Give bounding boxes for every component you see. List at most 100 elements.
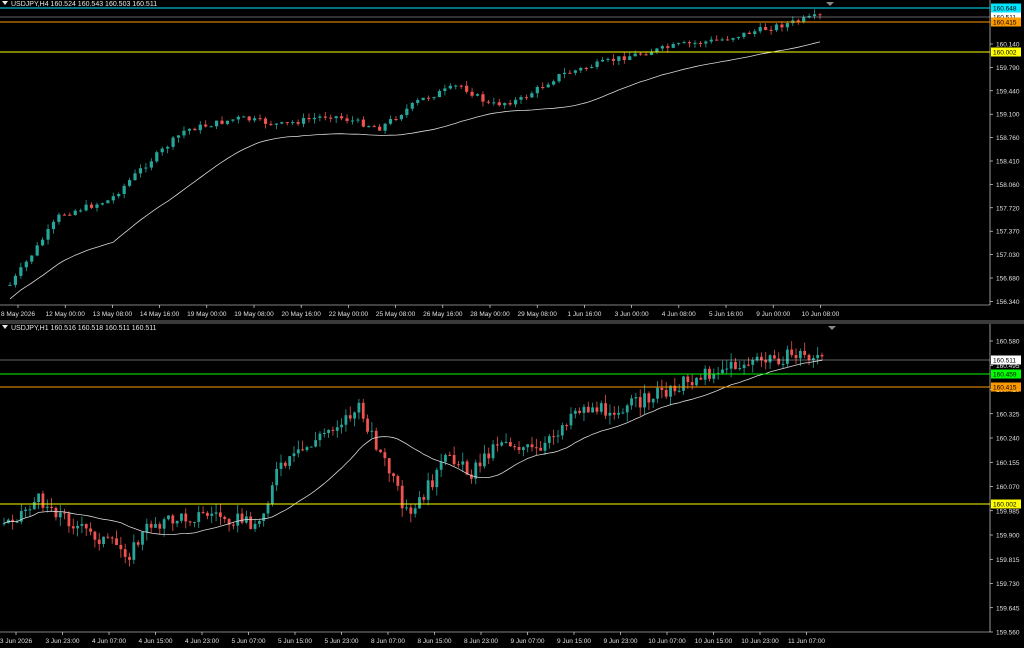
candle-body [206,512,209,516]
candle-body [405,108,409,115]
candle-body [671,44,675,48]
candle-body [253,523,257,529]
candle-body [747,364,750,366]
candle-body [565,425,569,427]
candle-body [695,377,698,386]
time-tick-label: 3 Jun 00:00 [615,311,649,318]
h4-chart-canvas[interactable]: 160.140 159.790 159.440 159.100 158.760 158.4… [0,0,1024,320]
candle-body [138,168,143,174]
candle-body [117,194,121,197]
candle-body [344,415,348,425]
time-tick-label: 9 Jun 07:00 [511,638,545,645]
h1-chart-info: USDJPY,H1 160.516 160.518 160.511 160.51… [2,325,157,332]
candle-body [546,84,550,88]
candle-body [383,452,387,459]
candle-body [530,93,534,98]
candle-body [497,102,501,106]
candle-body [97,539,101,545]
candle-body [145,523,149,532]
candle-body [439,461,443,470]
candle-body [182,130,186,136]
candle-body [188,521,192,523]
candle-body [812,14,817,17]
time-tick-label: 10 Jun 08:00 [802,311,840,318]
candle-body [110,537,114,539]
candle-body [418,497,421,509]
candle-body [57,214,61,222]
candle-body [638,397,642,408]
candle-body [621,412,625,414]
candle-body [175,520,179,524]
candle-body [62,214,66,216]
time-tick-label: 9 Jun 15:00 [557,638,591,645]
candle-body [495,444,499,446]
candle-body [197,512,201,522]
candle-body [335,427,339,431]
candle-body [649,52,654,56]
candle-body [155,152,159,162]
candle-body [45,506,49,508]
candle-body [513,99,518,105]
candle-body [171,137,175,147]
candle-body [193,128,197,131]
candle-body [122,185,126,195]
candle-body [383,123,387,131]
candle-body [37,493,41,503]
candle-body [158,524,162,529]
candle-body [247,116,251,121]
collapse-triangle-icon[interactable] [2,1,8,5]
h1-chart-pane[interactable]: 160.580160.495160.410160.325160.240160.1… [0,324,1024,648]
price-tick-label: 157.720 [996,205,1020,212]
candle-body [410,102,414,109]
h4-chart-pane[interactable]: 160.140 159.790 159.440 159.100 158.760 158.4… [0,0,1024,320]
candle-body [348,415,352,419]
time-tick-label: 10 Jun 07:00 [648,638,686,645]
candle-body [486,101,490,103]
candle-body [644,54,648,56]
candle-body [46,229,50,240]
candle-body [334,116,338,119]
candle-body [541,87,545,89]
candle-body [378,126,382,131]
candle-body [13,275,18,285]
collapse-triangle-icon[interactable] [2,325,8,329]
h1-chart-canvas[interactable]: 160.580160.495160.410160.325160.240160.1… [0,324,1024,648]
time-tick-label: 8 Jun 15:00 [418,638,452,645]
candle-body [214,512,218,514]
candle-body [803,350,807,355]
price-tick-label: 160.155 [996,460,1020,467]
candle-body [590,66,594,68]
candle-body [133,173,137,181]
candle-body [270,485,274,504]
price-tick-label: 157.030 [996,252,1020,259]
candle-body [604,403,607,416]
candle-body [524,97,529,99]
candle-body [426,480,430,500]
candle-body [149,161,153,168]
candle-body [818,14,822,16]
candle-body [58,512,62,518]
price-tick-label: 159.985 [996,508,1020,515]
candle-body [370,430,374,432]
time-tick-label: 11 Jun 07:00 [788,638,825,645]
candle-body [296,449,300,454]
price-level-value: 160.648 [993,6,1017,13]
moving-average-line [9,41,821,300]
candle-body [171,515,175,524]
candle-body [677,390,681,392]
price-level-value: 160.459 [993,372,1017,379]
candle-body [573,70,577,73]
candle-body [608,412,612,416]
time-tick-label: 5 Jun 23:00 [325,638,359,645]
moving-average-line [3,359,823,536]
candle-body [345,118,349,121]
candle-body [50,506,54,508]
candle-body [136,542,140,545]
candle-body [67,513,71,527]
candle-body [367,126,371,128]
candle-body [465,85,469,92]
price-tick-label: 159.560 [996,630,1020,637]
candle-body [508,441,512,447]
candle-body [374,430,378,450]
candle-body [329,117,333,119]
